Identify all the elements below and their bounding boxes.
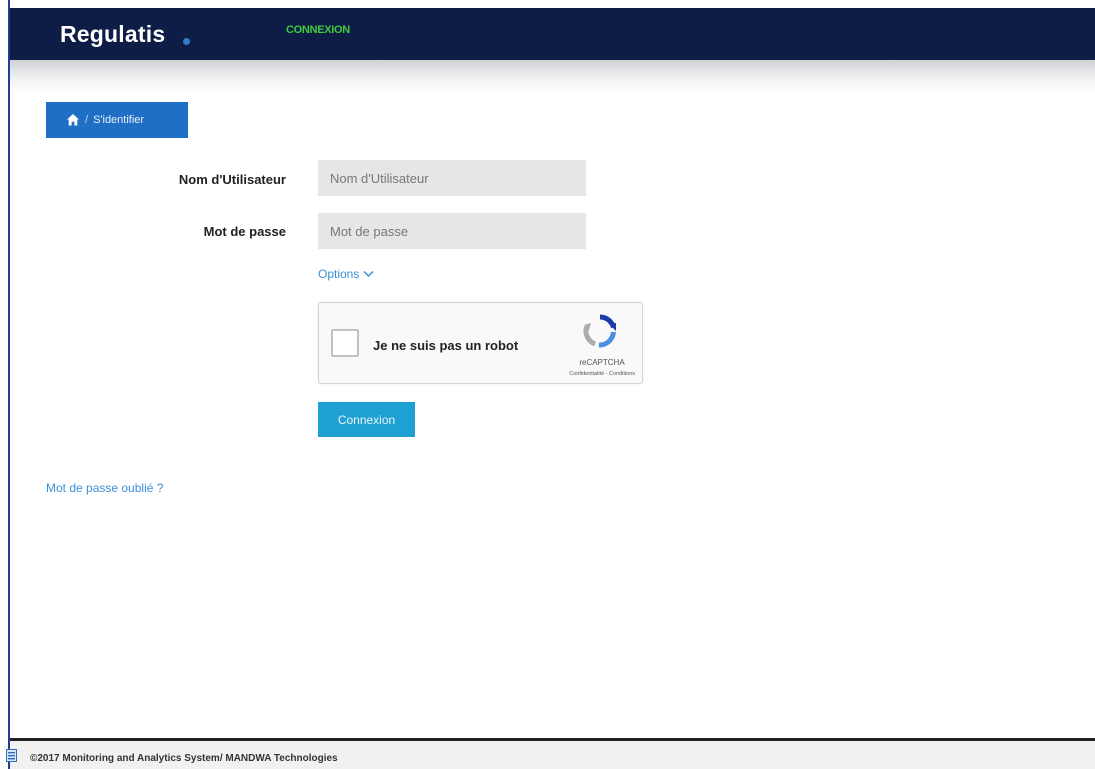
recaptcha-terms[interactable]: Confidentialité - Conditions	[525, 371, 635, 377]
password-label: Mot de passe	[203, 224, 286, 239]
forgot-password-link[interactable]: Mot de passe oublié ?	[46, 481, 163, 495]
password-input[interactable]	[318, 213, 586, 249]
username-label: Nom d'Utilisateur	[178, 172, 286, 187]
recaptcha-checkbox[interactable]	[331, 329, 359, 357]
document-icon	[6, 749, 17, 762]
breadcrumb-separator: /	[85, 114, 89, 126]
connexion-button[interactable]: Connexion	[318, 402, 415, 437]
header-shadow	[10, 60, 1095, 92]
left-edge-rule	[8, 0, 10, 769]
username-input[interactable]	[318, 160, 586, 196]
recaptcha-icon	[583, 314, 616, 348]
recaptcha-brand: reCAPTCHA	[579, 358, 625, 367]
home-icon[interactable]	[66, 113, 80, 127]
footer: ©2017 Monitoring and Analytics System/ M…	[6, 741, 1095, 769]
options-label: Options	[318, 267, 360, 281]
footer-copyright: ©2017 Monitoring and Analytics System/ M…	[30, 753, 338, 764]
brand-logo[interactable]: Regulatis	[60, 21, 165, 48]
chevron-down-icon	[363, 270, 374, 278]
recaptcha-widget: Je ne suis pas un robot reCAPTCHA Confid…	[318, 302, 643, 384]
brand-dot-icon	[183, 38, 190, 45]
top-navbar: Regulatis CONNEXION	[10, 8, 1095, 60]
breadcrumb-current: S'identifier	[93, 114, 145, 126]
recaptcha-label: Je ne suis pas un robot	[373, 338, 519, 353]
options-toggle[interactable]: Options	[318, 267, 374, 281]
nav-link-connexion[interactable]: CONNEXION	[286, 24, 350, 36]
breadcrumb: / S'identifier	[46, 102, 188, 138]
